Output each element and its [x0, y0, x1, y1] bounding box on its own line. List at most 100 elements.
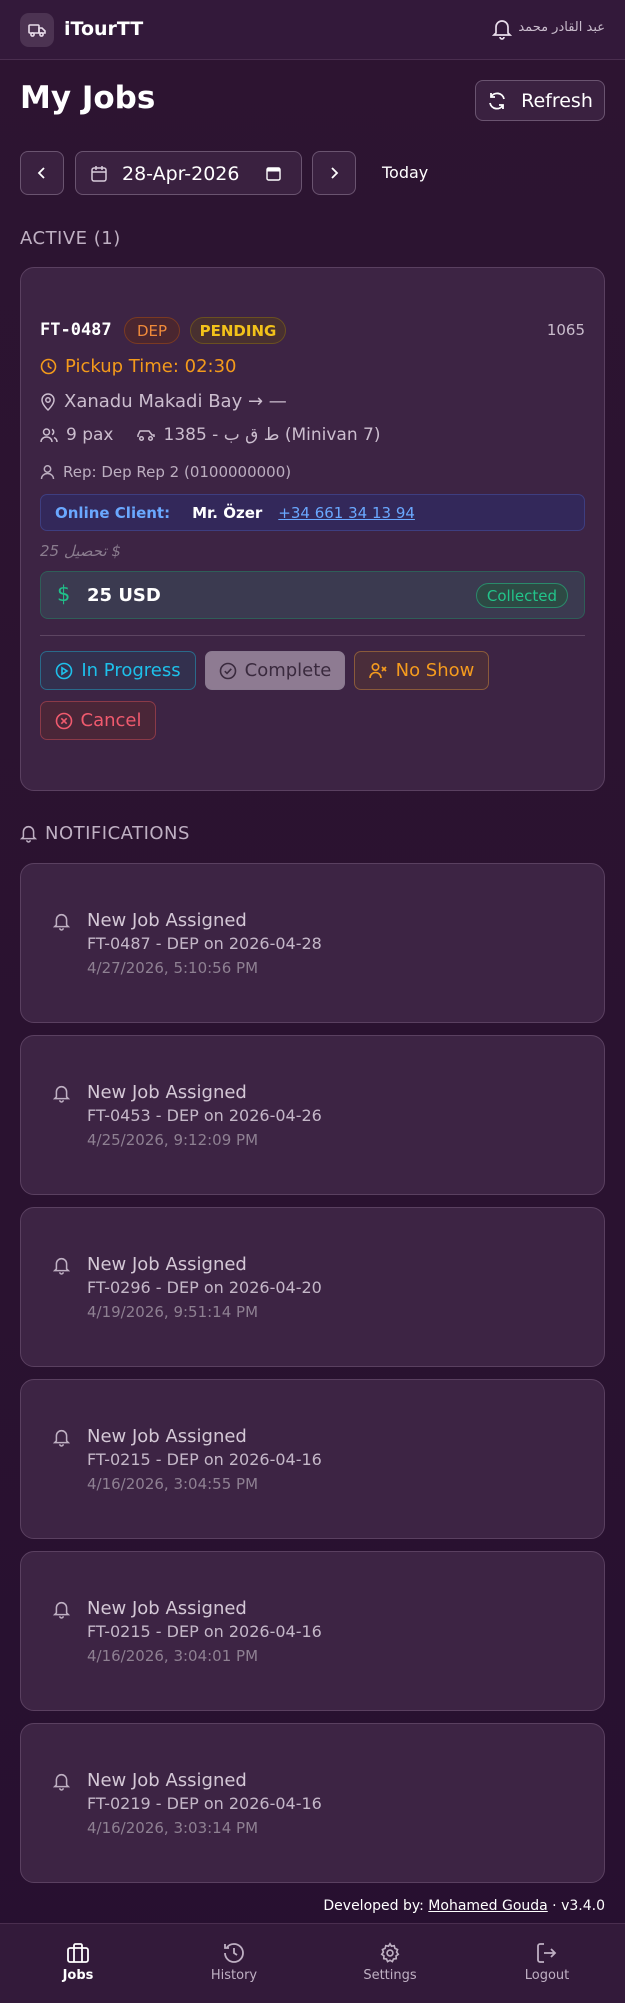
bottom-navigation: Jobs History Settings Logout: [0, 1923, 625, 2003]
bell-icon: [53, 914, 70, 931]
notification-time: 4/25/2026, 9:12:09 PM: [87, 1131, 259, 1149]
date-picker-input[interactable]: 28-Apr-2026: [75, 151, 302, 195]
notification-detail: FT-0215 - DEP on 2026-04-16: [87, 1450, 322, 1469]
notification-detail: FT-0487 - DEP on 2026-04-28: [87, 934, 322, 953]
notification-detail: FT-0215 - DEP on 2026-04-16: [87, 1622, 322, 1641]
pickup-time: Pickup Time: 02:30: [40, 356, 237, 377]
nav-logout-label: Logout: [524, 1968, 570, 1983]
logout-icon: [537, 1943, 557, 1963]
pax-vehicle-row: 9 pax ط ق ب - 1385 (Minivan 7): [40, 425, 380, 445]
history-icon: [224, 1943, 244, 1963]
pax-count: 9 pax: [66, 425, 114, 445]
chevron-right-icon: [331, 167, 339, 179]
notification-detail: FT-0219 - DEP on 2026-04-16: [87, 1794, 322, 1813]
nav-history[interactable]: History: [156, 1924, 312, 2003]
today-button[interactable]: Today: [382, 163, 428, 182]
notification-time: 4/16/2026, 3:04:55 PM: [87, 1475, 259, 1493]
no-show-label: No Show: [395, 660, 475, 681]
notification-card[interactable]: New Job Assigned FT-0453 - DEP on 2026-04…: [20, 1035, 605, 1195]
rep-row: Rep: Dep Rep 2 (0100000000): [40, 463, 291, 481]
notifications-header-label: NOTIFICATIONS: [45, 823, 190, 844]
x-circle-icon: [55, 712, 72, 729]
notification-time: 4/19/2026, 9:51:14 PM: [87, 1303, 259, 1321]
notification-time: 4/16/2026, 3:03:14 PM: [87, 1819, 259, 1837]
app-header: iTourTT عبد القادر محمد: [0, 0, 625, 60]
rep-text: Rep: Dep Rep 2 (0100000000): [63, 463, 292, 481]
users-icon: [40, 428, 58, 443]
app-name: iTourTT: [64, 18, 144, 40]
card-divider: [40, 635, 585, 636]
vehicle-info: ط ق ب - 1385 (Minivan 7): [163, 425, 381, 445]
complete-label: Complete: [244, 660, 332, 681]
pickup-time-text: Pickup Time: 02:30: [65, 356, 237, 377]
job-type-badge: DEP: [124, 317, 180, 344]
nav-jobs-label: Jobs: [62, 1968, 94, 1983]
app-version: · v3.4.0: [547, 1898, 605, 1914]
car-icon: [136, 430, 155, 442]
refresh-label: Refresh: [521, 89, 593, 112]
job-id: FT-0487: [40, 320, 112, 340]
notification-detail: FT-0453 - DEP on 2026-04-26: [87, 1106, 322, 1125]
bell-icon: [53, 1086, 70, 1103]
notification-time: 4/16/2026, 3:04:01 PM: [87, 1647, 259, 1665]
notification-title: New Job Assigned: [87, 1254, 247, 1275]
refresh-button[interactable]: Refresh: [475, 80, 605, 121]
in-progress-button[interactable]: In Progress: [40, 651, 196, 690]
truck-icon[interactable]: [20, 13, 54, 47]
online-client-box: Online Client: Mr. Özer +34 661 34 13 94: [40, 494, 585, 531]
bell-icon: [20, 826, 37, 843]
no-show-button[interactable]: No Show: [354, 651, 489, 690]
job-status-badge: PENDING: [190, 317, 286, 344]
previous-day-button[interactable]: [20, 151, 64, 195]
calendar-picker-icon[interactable]: [266, 166, 281, 181]
chevron-left-icon: [37, 167, 45, 179]
developer-credit: Developed by: Mohamed Gouda · v3.4.0: [323, 1898, 605, 1914]
dollar-icon: $: [57, 582, 71, 606]
date-value: 28-Apr-2026: [122, 163, 240, 185]
notification-title: New Job Assigned: [87, 1426, 247, 1447]
clock-icon: [40, 358, 57, 375]
payment-status-badge: Collected: [475, 583, 568, 608]
in-progress-label: In Progress: [81, 660, 181, 681]
page-title: My Jobs: [20, 80, 156, 116]
client-name: Mr. Özer: [192, 503, 263, 522]
notifications-bell-icon[interactable]: [491, 18, 513, 44]
collection-note: تحصيل 25 $: [40, 542, 121, 560]
notification-title: New Job Assigned: [87, 1598, 247, 1619]
client-label: Online Client:: [55, 503, 171, 522]
notification-title: New Job Assigned: [87, 1770, 247, 1791]
nav-settings-label: Settings: [363, 1968, 417, 1983]
bell-icon: [53, 1258, 70, 1275]
complete-button[interactable]: Complete: [205, 651, 345, 690]
user-icon: [40, 465, 55, 480]
location-pin-icon: [41, 392, 55, 411]
payment-amount: 25 USD: [87, 585, 161, 606]
next-day-button[interactable]: [312, 151, 356, 195]
notification-time: 4/27/2026, 5:10:56 PM: [87, 959, 259, 977]
nav-settings[interactable]: Settings: [312, 1924, 468, 2003]
active-section-label: ACTIVE (1): [20, 228, 121, 249]
notification-card[interactable]: New Job Assigned FT-0215 - DEP on 2026-04…: [20, 1551, 605, 1711]
user-name[interactable]: عبد القادر محمد: [518, 20, 605, 35]
nav-history-label: History: [210, 1968, 258, 1983]
cancel-button[interactable]: Cancel: [40, 701, 156, 740]
job-route: Xanadu Makadi Bay → —: [40, 391, 287, 412]
bell-icon: [53, 1430, 70, 1447]
notification-title: New Job Assigned: [87, 1082, 247, 1103]
nav-jobs[interactable]: Jobs: [0, 1924, 156, 2003]
route-text: Xanadu Makadi Bay → —: [64, 391, 287, 412]
client-phone-link[interactable]: +34 661 34 13 94: [278, 504, 415, 522]
notification-card[interactable]: New Job Assigned FT-0296 - DEP on 2026-04…: [20, 1207, 605, 1367]
cancel-label: Cancel: [80, 710, 142, 731]
notification-card[interactable]: New Job Assigned FT-0215 - DEP on 2026-04…: [20, 1379, 605, 1539]
payment-box: $ 25 USD Collected: [40, 571, 585, 619]
user-x-icon: [368, 662, 387, 679]
notification-detail: FT-0296 - DEP on 2026-04-20: [87, 1278, 322, 1297]
notification-card[interactable]: New Job Assigned FT-0219 - DEP on 2026-04…: [20, 1723, 605, 1883]
bell-icon: [53, 1774, 70, 1791]
notification-card[interactable]: New Job Assigned FT-0487 - DEP on 2026-04…: [20, 863, 605, 1023]
check-circle-icon: [219, 662, 236, 679]
developer-link[interactable]: Mohamed Gouda: [428, 1898, 547, 1914]
notifications-header: NOTIFICATIONS: [20, 823, 190, 844]
nav-logout[interactable]: Logout: [469, 1924, 625, 2003]
